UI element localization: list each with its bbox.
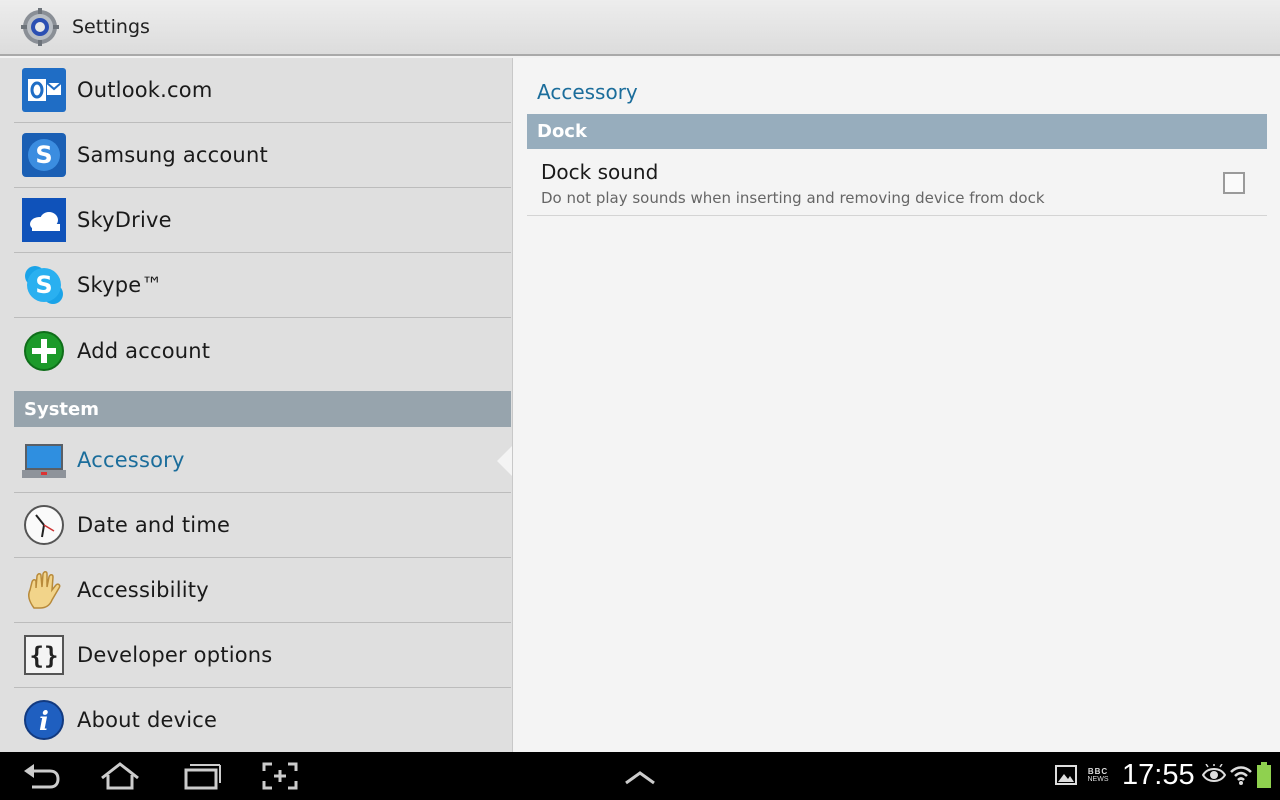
menu-item-label: Developer options — [77, 643, 273, 667]
dock-sound-checkbox[interactable] — [1223, 172, 1245, 194]
svg-text:S: S — [35, 141, 52, 169]
menu-item-add-account[interactable]: Add account — [14, 318, 511, 383]
menu-item-outlook[interactable]: Outlook.com — [14, 58, 511, 123]
status-clock: 17:55 — [1122, 759, 1195, 791]
menu-item-accessory[interactable]: Accessory — [14, 428, 511, 493]
svg-text:{}: {} — [30, 642, 59, 670]
preference-summary: Do not play sounds when inserting and re… — [541, 189, 1045, 207]
skydrive-icon — [21, 197, 67, 243]
detail-title: Accessory — [537, 80, 638, 104]
menu-item-label: Accessibility — [77, 578, 209, 602]
skype-icon: S — [21, 262, 67, 308]
detail-pane: Accessory Dock Dock sound Do not play so… — [512, 58, 1280, 752]
expand-up-icon[interactable] — [616, 760, 664, 792]
menu-item-accessibility[interactable]: Accessibility — [14, 558, 511, 623]
recent-apps-icon[interactable] — [176, 760, 224, 792]
menu-item-label: Skype™ — [77, 273, 163, 297]
braces-icon: {} — [21, 632, 67, 678]
menu-item-samsung-account[interactable]: S Samsung account — [14, 123, 511, 188]
menu-item-date-time[interactable]: Date and time — [14, 493, 511, 558]
category-header-dock: Dock — [527, 114, 1267, 149]
selection-indicator — [497, 445, 513, 477]
settings-menu: Outlook.com S Samsung account SkyDrive S… — [0, 58, 512, 752]
menu-item-label: Date and time — [77, 513, 231, 537]
info-icon: i — [21, 697, 67, 743]
app-title: Settings — [72, 16, 150, 38]
section-header-system: System — [14, 391, 511, 427]
menu-item-label: Accessory — [77, 448, 185, 472]
dock-sound-preference[interactable]: Dock sound Do not play sounds when inser… — [527, 150, 1267, 216]
section-header-label: System — [24, 398, 99, 420]
wifi-icon — [1230, 764, 1252, 786]
accessory-icon — [21, 437, 67, 483]
category-header-label: Dock — [537, 121, 587, 142]
svg-text:i: i — [39, 707, 49, 737]
eye-icon — [1202, 764, 1226, 786]
menu-item-label: Add account — [77, 338, 211, 363]
action-bar: Settings — [0, 0, 1280, 56]
menu-item-skype[interactable]: S Skype™ — [14, 253, 511, 318]
menu-item-label: Outlook.com — [77, 78, 213, 102]
screenshot-icon[interactable] — [256, 760, 304, 792]
settings-gear-icon[interactable] — [20, 7, 60, 47]
samsung-account-icon: S — [21, 132, 67, 178]
menu-item-label: About device — [77, 708, 218, 732]
menu-item-about-device[interactable]: i About device — [14, 688, 511, 752]
clock-icon — [21, 502, 67, 548]
outlook-icon — [21, 67, 67, 113]
system-bar: BBC NEWS 17:55 — [0, 752, 1280, 800]
back-icon[interactable] — [18, 760, 66, 792]
menu-item-skydrive[interactable]: SkyDrive — [14, 188, 511, 253]
bbc-news-icon: BBC NEWS — [1086, 764, 1110, 786]
battery-icon — [1257, 762, 1271, 788]
menu-item-developer-options[interactable]: {} Developer options — [14, 623, 511, 688]
hand-icon — [21, 567, 67, 613]
svg-text:S: S — [35, 271, 52, 299]
home-icon[interactable] — [96, 760, 144, 792]
menu-item-label: SkyDrive — [77, 208, 172, 232]
preference-title: Dock sound — [541, 160, 659, 184]
bbc-label: BBC — [1087, 766, 1109, 776]
gallery-icon — [1055, 764, 1077, 786]
news-label: NEWS — [1087, 775, 1109, 783]
menu-item-label: Samsung account — [77, 143, 268, 167]
add-icon — [21, 328, 67, 374]
